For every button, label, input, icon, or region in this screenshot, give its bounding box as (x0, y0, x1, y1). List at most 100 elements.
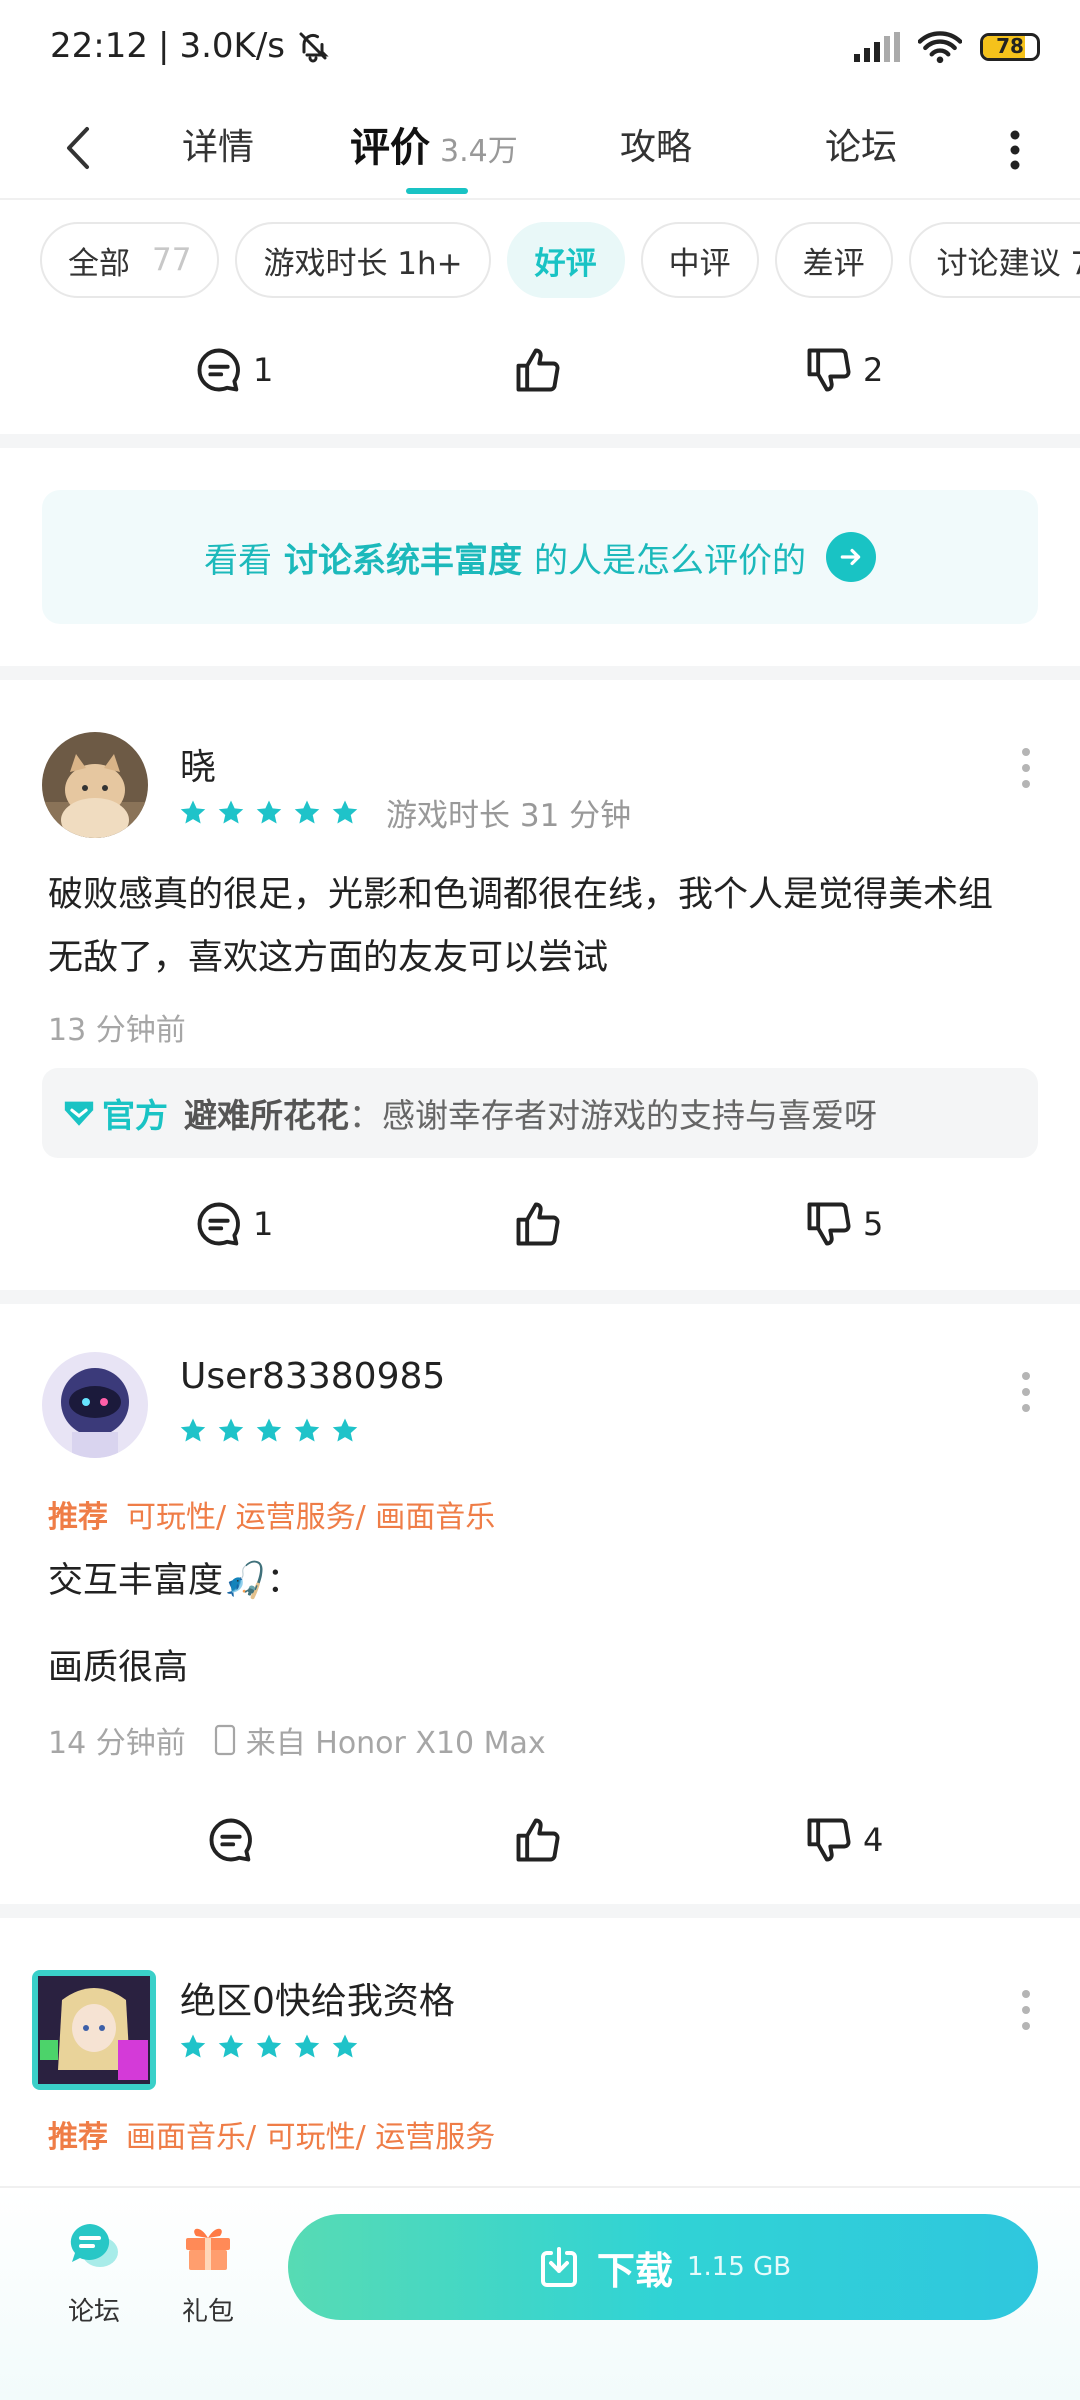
tab-forum[interactable]: 论坛 (825, 118, 897, 178)
review-meta: 14 分钟前 来自 Honor X10 Max (48, 1718, 546, 1762)
status-bar: 22:12 | 3.0K/s 78 (0, 0, 1080, 100)
back-button[interactable] (48, 118, 108, 178)
review-content[interactable]: 交互丰富度🎣： 画质很高 (48, 1550, 1036, 1700)
official-name: 避难所花花 (184, 1096, 349, 1135)
dislike-count: 5 (863, 1205, 884, 1243)
bottom-forum-label: 论坛 (67, 2297, 120, 2327)
wifi-icon (918, 31, 962, 64)
star-icon (218, 800, 244, 823)
review-card: 晓 游戏时长 31 分钟 破败感真的很足，光影和色调都很在线，我个人是觉得美术组… (0, 680, 1080, 1290)
bottom-action-bar: 论坛 礼包 下载 1.15 GB (0, 2186, 1080, 2400)
filter-positive[interactable]: 好评 (506, 222, 625, 298)
review-tags: 推荐 可玩性/ 运营服务/ 画面音乐 (48, 1492, 495, 1536)
review-text-line: 破败感真的很足，光影和色调都很在线，我个人是觉得美术组 (48, 875, 994, 915)
tab-guides[interactable]: 攻略 (620, 118, 692, 178)
recommend-tag: 推荐 (48, 1500, 108, 1535)
review-count: 3.4万 (440, 134, 518, 169)
bottom-gift-button[interactable]: 礼包 (168, 2218, 248, 2328)
bottom-forum-button[interactable]: 论坛 (54, 2218, 134, 2328)
more-menu-button[interactable] (990, 120, 1040, 180)
reviewer-name[interactable]: 绝区0快给我资格 (180, 1972, 455, 2024)
star-icon (332, 800, 358, 823)
dislike-button[interactable]: 5 (803, 1184, 883, 1264)
official-reply[interactable]: 官方 避难所花花 ：感谢幸存者对游戏的支持与喜爱呀 (42, 1068, 1038, 1158)
star-icon (294, 2034, 320, 2058)
battery-icon: 78 (980, 33, 1040, 61)
filter-all-label: 全部 (68, 245, 130, 282)
thumbs-up-icon (516, 1818, 560, 1862)
filter-playtime[interactable]: 游戏时长 1h+ (235, 222, 491, 298)
dislike-button[interactable]: 2 (803, 330, 883, 410)
review-card: 绝区0快给我资格 推荐 画面音乐/ 可玩性/ 运营服务 (0, 1918, 1080, 2186)
filter-neutral[interactable]: 中评 (640, 222, 759, 298)
download-size: 1.15 GB (686, 2252, 792, 2282)
star-icon (332, 2034, 358, 2058)
star-icon (180, 1418, 206, 1442)
comment-count: 1 (253, 351, 274, 389)
filter-all[interactable]: 全部 77 (40, 222, 220, 298)
battery-level: 78 (996, 34, 1024, 58)
status-time: 22:12 (50, 26, 148, 66)
review-actions: 1 5 (0, 1184, 1080, 1264)
star-icon (218, 2034, 244, 2058)
thumbs-down-icon (807, 1818, 851, 1862)
star-icon (332, 1418, 358, 1442)
star-icon (256, 800, 282, 823)
download-button[interactable]: 下载 1.15 GB (288, 2214, 1038, 2320)
network-speed: 3.0K/s (179, 26, 285, 66)
reviewer-name[interactable]: 晓 (180, 738, 216, 790)
like-button[interactable] (512, 1800, 564, 1880)
star-icon (218, 1418, 244, 1442)
phone-icon (214, 1724, 235, 1756)
review-device: 来自 Honor X10 Max (245, 1726, 546, 1761)
dislike-button[interactable]: 4 (803, 1800, 883, 1880)
comment-button[interactable]: 1 (193, 330, 273, 410)
banner-prefix: 看看 (204, 540, 272, 581)
like-button[interactable] (512, 330, 564, 410)
status-separator: | (157, 26, 170, 66)
review-actions: 1 2 (0, 330, 1080, 410)
reviewer-name[interactable]: User83380985 (180, 1356, 445, 1397)
review-text-line: 交互丰富度🎣： (48, 1561, 302, 1601)
comment-icon (197, 1202, 240, 1246)
comment-count: 1 (253, 1205, 274, 1243)
bottom-gift-label: 礼包 (181, 2297, 234, 2327)
comment-button[interactable] (205, 1800, 257, 1880)
review-content[interactable]: 破败感真的很足，光影和色调都很在线，我个人是觉得美术组 无敌了，喜欢这方面的友友… (48, 864, 1036, 990)
avatar[interactable] (42, 1352, 148, 1458)
official-label: 官方 (102, 1096, 168, 1135)
star-icon (294, 1418, 320, 1442)
arrow-right-icon (826, 532, 876, 582)
active-tab-indicator (406, 188, 468, 194)
official-reply-text: ：感谢幸存者对游戏的支持与喜爱呀 (349, 1096, 877, 1135)
comment-icon (209, 1818, 252, 1862)
tab-reviews-label: 评价 (350, 125, 430, 171)
aspect-tags: 可玩性/ 运营服务/ 画面音乐 (126, 1500, 496, 1535)
topic-banner[interactable]: 看看 讨论系统丰富度 的人是怎么评价的 (42, 490, 1038, 624)
bell-off-icon (299, 32, 329, 63)
verified-heart-icon (64, 1101, 94, 1126)
like-button[interactable] (512, 1184, 564, 1264)
thumbs-up-icon (516, 1202, 560, 1246)
review-time: 13 分钟前 (48, 1013, 186, 1048)
review-more-button[interactable] (1016, 1990, 1036, 2030)
star-rating (178, 1416, 360, 1446)
filter-all-count: 77 (152, 242, 192, 278)
review-more-button[interactable] (1016, 1372, 1036, 1412)
section-divider (0, 1290, 1080, 1304)
avatar[interactable] (42, 732, 148, 838)
avatar[interactable] (32, 1970, 156, 2090)
star-rating (178, 2032, 360, 2062)
more-vertical-icon (1010, 130, 1020, 170)
filter-suggestions[interactable]: 讨论建议 77 (908, 222, 1080, 298)
filter-negative[interactable]: 差评 (774, 222, 893, 298)
tab-reviews[interactable]: 评价 3.4万 (350, 118, 518, 178)
signal-icon (854, 32, 900, 62)
tab-details[interactable]: 详情 (182, 118, 254, 178)
star-icon (294, 800, 320, 823)
thumbs-down-icon (807, 348, 851, 392)
comment-button[interactable]: 1 (193, 1184, 273, 1264)
top-navigation: 详情 评价 3.4万 攻略 论坛 (0, 100, 1080, 200)
review-text-line: 画质很高 (48, 1648, 189, 1688)
review-more-button[interactable] (1016, 748, 1036, 788)
